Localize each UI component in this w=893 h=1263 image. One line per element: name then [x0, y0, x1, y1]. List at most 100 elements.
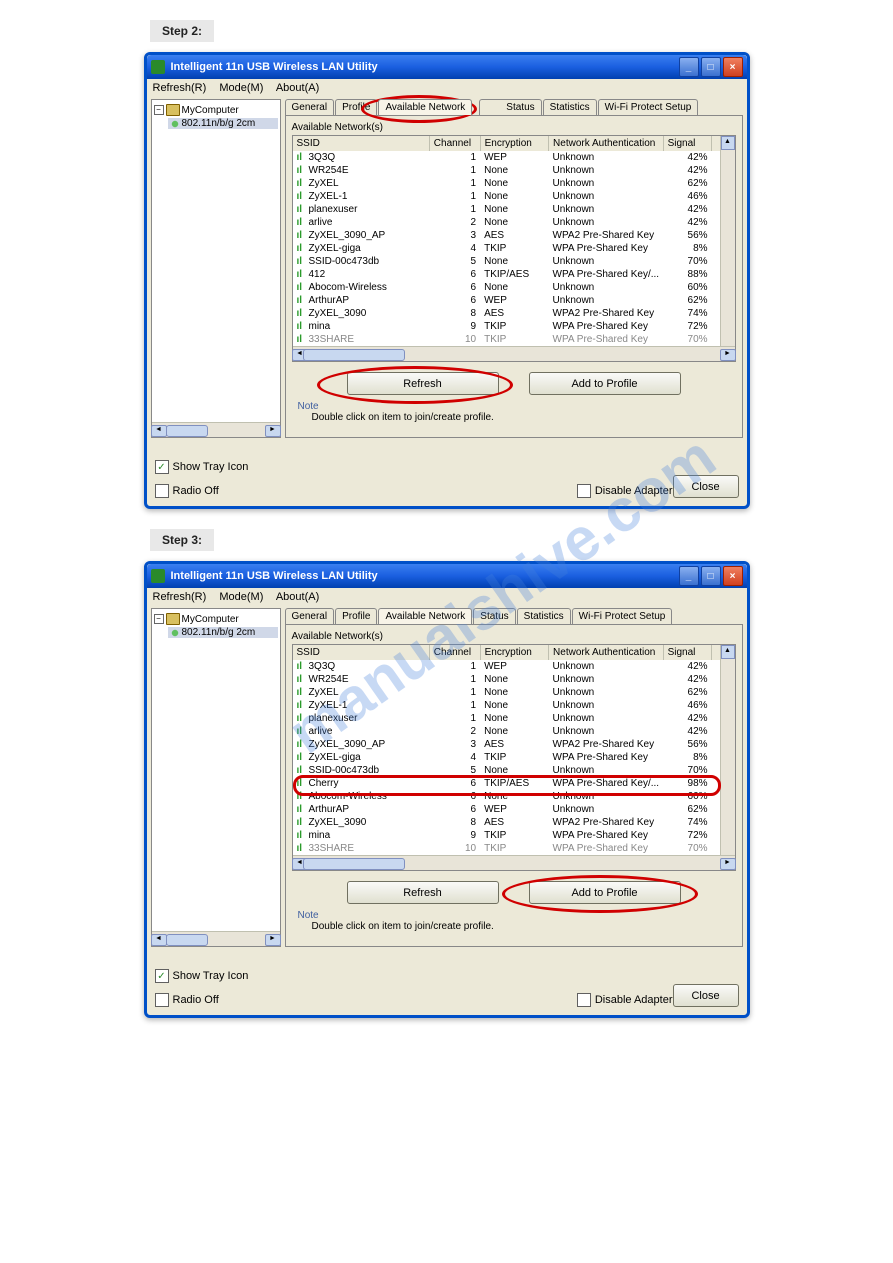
table-row[interactable]: ılZyXEL_30908AESWPA2 Pre-Shared Key74%: [293, 307, 735, 320]
radio-off-checkbox[interactable]: Radio Off: [155, 993, 497, 1007]
maximize-button[interactable]: □: [701, 566, 721, 586]
collapse-icon[interactable]: −: [154, 105, 164, 115]
table-row[interactable]: ıl3Q3Q1WEPUnknown42%: [293, 660, 735, 673]
maximize-button[interactable]: □: [701, 57, 721, 77]
table-row[interactable]: ılSSID-00c473db5NoneUnknown70%: [293, 255, 735, 268]
table-vscroll[interactable]: ▲: [720, 136, 735, 347]
table-row[interactable]: ılZyXEL_3090_AP3AESWPA2 Pre-Shared Key56…: [293, 738, 735, 751]
tree-root[interactable]: − MyComputer: [154, 104, 278, 116]
table-row[interactable]: ılZyXEL-giga4TKIPWPA Pre-Shared Key8%: [293, 751, 735, 764]
col-signal[interactable]: Signal: [663, 645, 711, 660]
table-row[interactable]: ılplanexuser1NoneUnknown42%: [293, 203, 735, 216]
table-row[interactable]: ılCherry6TKIP/AESWPA Pre-Shared Key/...9…: [293, 777, 735, 790]
table-row[interactable]: ılmina9TKIPWPA Pre-Shared Key72%: [293, 320, 735, 333]
table-row[interactable]: ılArthurAP6WEPUnknown62%: [293, 803, 735, 816]
tab-status[interactable]: Status: [479, 99, 541, 115]
table-row[interactable]: ılZyXEL_30908AESWPA2 Pre-Shared Key74%: [293, 816, 735, 829]
close-window-button[interactable]: ×: [723, 566, 743, 586]
col-auth[interactable]: Network Authentication: [549, 645, 664, 660]
add-to-profile-button[interactable]: Add to Profile: [529, 881, 681, 904]
tree-scrollbar[interactable]: ◄ ►: [152, 422, 280, 437]
refresh-button[interactable]: Refresh: [347, 372, 499, 395]
menu-mode[interactable]: Mode(M): [219, 82, 263, 94]
tab-profile[interactable]: Profile: [335, 99, 377, 115]
tree-child[interactable]: 802.11n/b/g 2cm: [168, 627, 278, 638]
table-row[interactable]: ılWR254E1NoneUnknown42%: [293, 164, 735, 177]
add-to-profile-button[interactable]: Add to Profile: [529, 372, 681, 395]
tab-status[interactable]: Status: [473, 608, 515, 624]
scroll-right-icon[interactable]: ►: [720, 349, 736, 361]
col-ssid[interactable]: SSID: [293, 645, 430, 660]
signal-icon: ıl: [297, 243, 309, 254]
tree-root[interactable]: − MyComputer: [154, 613, 278, 625]
computer-icon: [166, 613, 180, 625]
table-row[interactable]: ılarlive2NoneUnknown42%: [293, 725, 735, 738]
table-row[interactable]: ılplanexuser1NoneUnknown42%: [293, 712, 735, 725]
scroll-right-icon[interactable]: ►: [720, 858, 736, 870]
table-row[interactable]: ıl4126TKIP/AESWPA Pre-Shared Key/...88%: [293, 268, 735, 281]
table-hscroll[interactable]: ◄ ►: [293, 855, 735, 870]
scroll-up-icon[interactable]: ▲: [721, 136, 735, 150]
tab-wifi-protect[interactable]: Wi-Fi Protect Setup: [598, 99, 699, 115]
tab-profile[interactable]: Profile: [335, 608, 377, 624]
table-row[interactable]: ılArthurAP6WEPUnknown62%: [293, 294, 735, 307]
scroll-left-icon[interactable]: ◄: [151, 425, 167, 437]
table-row[interactable]: ılAbocom-Wireless6NoneUnknown60%: [293, 281, 735, 294]
minimize-button[interactable]: _: [679, 566, 699, 586]
disable-adapter-checkbox[interactable]: Disable Adapter: [577, 993, 673, 1007]
table-row[interactable]: ıl3Q3Q1WEPUnknown42%: [293, 151, 735, 164]
tree-child[interactable]: 802.11n/b/g 2cm: [168, 118, 278, 129]
col-encryption[interactable]: Encryption: [480, 645, 548, 660]
show-tray-checkbox[interactable]: ✓ Show Tray Icon: [155, 969, 497, 983]
menu-mode[interactable]: Mode(M): [219, 591, 263, 603]
table-vscroll[interactable]: ▲: [720, 645, 735, 856]
col-channel[interactable]: Channel: [429, 136, 480, 151]
collapse-icon[interactable]: −: [154, 614, 164, 624]
table-row[interactable]: ılZyXEL1NoneUnknown62%: [293, 686, 735, 699]
table-row[interactable]: ılZyXEL-giga4TKIPWPA Pre-Shared Key8%: [293, 242, 735, 255]
menu-about[interactable]: About(A): [276, 82, 319, 94]
tab-wifi-protect[interactable]: Wi-Fi Protect Setup: [572, 608, 673, 624]
tab-general[interactable]: General: [285, 608, 335, 624]
tab-statistics[interactable]: Statistics: [543, 99, 597, 115]
signal-icon: ıl: [297, 178, 309, 189]
table-row[interactable]: ılZyXEL-11NoneUnknown46%: [293, 699, 735, 712]
radio-off-checkbox[interactable]: Radio Off: [155, 484, 497, 498]
close-window-button[interactable]: ×: [723, 57, 743, 77]
tab-statistics[interactable]: Statistics: [517, 608, 571, 624]
close-button[interactable]: Close: [673, 475, 739, 498]
col-ssid[interactable]: SSID: [293, 136, 430, 151]
table-row-partial[interactable]: ıl33SHARE 10 TKIP WPA Pre-Shared Key 70%: [293, 842, 735, 855]
disable-adapter-checkbox[interactable]: Disable Adapter: [577, 484, 673, 498]
table-hscroll[interactable]: ◄ ►: [293, 346, 735, 361]
tree-scrollbar[interactable]: ◄ ►: [152, 931, 280, 946]
scroll-left-icon[interactable]: ◄: [151, 934, 167, 946]
tab-available-network[interactable]: Available Network: [378, 608, 472, 624]
tab-available-network[interactable]: Available Network: [378, 99, 472, 115]
table-row[interactable]: ılWR254E1NoneUnknown42%: [293, 673, 735, 686]
table-row[interactable]: ılZyXEL_3090_AP3AESWPA2 Pre-Shared Key56…: [293, 229, 735, 242]
minimize-button[interactable]: _: [679, 57, 699, 77]
device-tree: − MyComputer 802.11n/b/g 2cm ◄ ►: [151, 99, 281, 438]
menu-refresh[interactable]: Refresh(R): [153, 591, 207, 603]
refresh-button[interactable]: Refresh: [347, 881, 499, 904]
col-channel[interactable]: Channel: [429, 645, 480, 660]
show-tray-checkbox[interactable]: ✓ Show Tray Icon: [155, 460, 497, 474]
menu-about[interactable]: About(A): [276, 591, 319, 603]
scroll-right-icon[interactable]: ►: [265, 425, 281, 437]
table-row[interactable]: ılmina9TKIPWPA Pre-Shared Key72%: [293, 829, 735, 842]
tab-general[interactable]: General: [285, 99, 335, 115]
menu-refresh[interactable]: Refresh(R): [153, 82, 207, 94]
table-row[interactable]: ılZyXEL1NoneUnknown62%: [293, 177, 735, 190]
scroll-right-icon[interactable]: ►: [265, 934, 281, 946]
close-button[interactable]: Close: [673, 984, 739, 1007]
table-row[interactable]: ılSSID-00c473db5NoneUnknown70%: [293, 764, 735, 777]
col-auth[interactable]: Network Authentication: [549, 136, 664, 151]
col-encryption[interactable]: Encryption: [480, 136, 548, 151]
table-row[interactable]: ılarlive2NoneUnknown42%: [293, 216, 735, 229]
table-row[interactable]: ılAbocom-Wireless6NoneUnknown60%: [293, 790, 735, 803]
table-row-partial[interactable]: ıl33SHARE 10 TKIP WPA Pre-Shared Key 70%: [293, 333, 735, 346]
col-signal[interactable]: Signal: [663, 136, 711, 151]
table-row[interactable]: ılZyXEL-11NoneUnknown46%: [293, 190, 735, 203]
scroll-up-icon[interactable]: ▲: [721, 645, 735, 659]
